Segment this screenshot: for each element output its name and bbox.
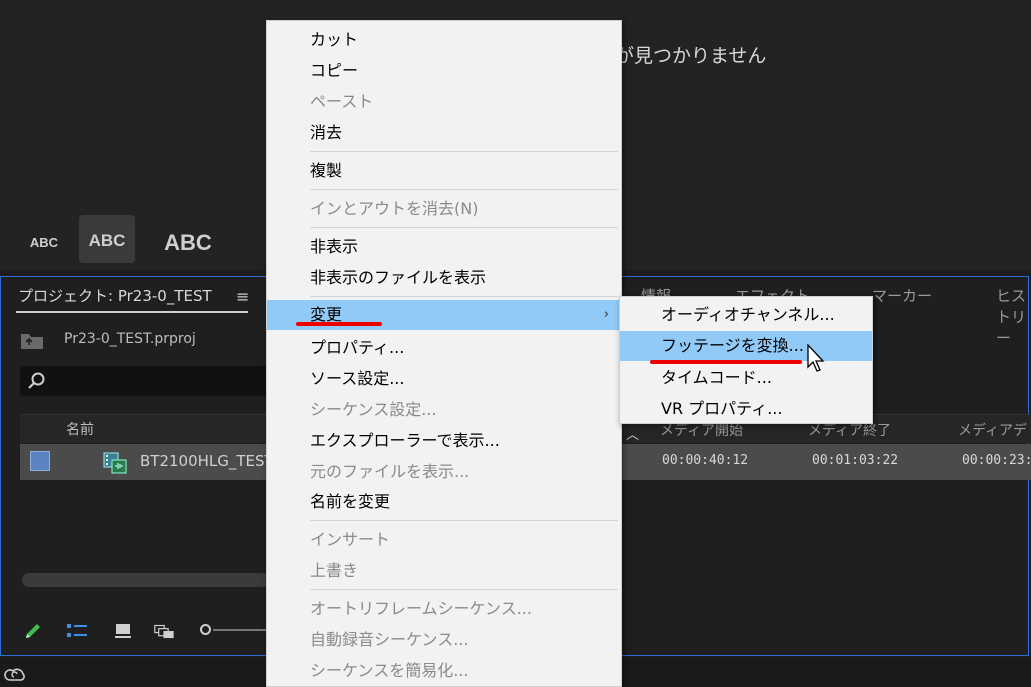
clip-name: BT2100HLG_TEST xyxy=(140,452,274,470)
context-menu: カット コピー ペースト 消去 複製 インとアウトを消去(N) 非表示 非表示の… xyxy=(266,20,622,687)
annotation-underline-interpret-footage xyxy=(650,360,802,364)
icon-view-icon[interactable] xyxy=(113,620,135,642)
tab-history[interactable]: ヒストリー xyxy=(996,285,1031,348)
menu-separator xyxy=(310,589,618,590)
menu-item-reveal-in-explorer[interactable]: エクスプローラーで表示... xyxy=(267,426,621,456)
menu-item-paste[interactable]: ペースト xyxy=(267,87,621,117)
menu-item-hide[interactable]: 非表示 xyxy=(267,232,621,262)
no-media-message: が見つかりません xyxy=(615,45,767,67)
pencil-icon[interactable] xyxy=(22,620,44,642)
menu-item-sequence-settings[interactable]: シーケンス設定... xyxy=(267,395,621,425)
mouse-cursor-icon xyxy=(807,344,825,372)
menu-item-properties[interactable]: プロパティ... xyxy=(267,333,621,363)
caption-style-small-button[interactable]: ABC xyxy=(22,224,66,262)
menu-item-clear[interactable]: 消去 xyxy=(267,118,621,148)
tab-markers[interactable]: マーカー xyxy=(872,285,932,306)
menu-separator xyxy=(310,296,618,297)
column-header-name[interactable]: 名前 xyxy=(66,419,94,439)
submenu-item-interpret-footage[interactable]: フッテージを変換... xyxy=(620,331,872,361)
creative-cloud-icon[interactable] xyxy=(4,665,26,683)
menu-item-cut[interactable]: カット xyxy=(267,25,621,55)
sequence-clip-icon xyxy=(103,452,127,474)
menu-separator xyxy=(310,227,618,228)
folder-up-icon[interactable] xyxy=(19,331,45,351)
menu-item-show-hidden-files[interactable]: 非表示のファイルを表示 xyxy=(267,263,621,293)
caption-style-large-button[interactable]: ABC xyxy=(158,224,218,262)
zoom-slider-handle[interactable] xyxy=(200,624,211,635)
horizontal-scrollbar[interactable] xyxy=(22,573,270,587)
menu-item-auto-reframe-sequence[interactable]: オートリフレームシーケンス... xyxy=(267,594,621,624)
media-end-value: 00:01:03:22 xyxy=(812,453,899,468)
menu-item-source-settings[interactable]: ソース設定... xyxy=(267,364,621,394)
active-tab-underline xyxy=(16,311,248,313)
sort-ascending-icon[interactable]: ︿ xyxy=(626,424,639,443)
media-duration-value: 00:00:23:11 xyxy=(962,453,1031,468)
search-input[interactable] xyxy=(20,366,270,396)
menu-separator xyxy=(310,520,618,521)
menu-item-copy[interactable]: コピー xyxy=(267,56,621,86)
submenu-item-audio-channels[interactable]: オーディオチャンネル... xyxy=(620,300,872,330)
project-file-name: Pr23-0_TEST.prproj xyxy=(64,331,196,347)
annotation-underline-modify xyxy=(296,322,382,326)
menu-item-clear-in-out[interactable]: インとアウトを消去(N) xyxy=(267,194,621,224)
submenu-arrow-icon: › xyxy=(603,307,609,322)
menu-item-duplicate[interactable]: 複製 xyxy=(267,156,621,186)
menu-separator xyxy=(310,151,618,152)
label-color-swatch[interactable] xyxy=(30,451,50,471)
search-icon xyxy=(28,372,45,389)
menu-item-rename[interactable]: 名前を変更 xyxy=(267,487,621,517)
menu-item-reveal-original-file[interactable]: 元のファイルを表示... xyxy=(267,457,621,487)
submenu-item-timecode[interactable]: タイムコード... xyxy=(620,363,872,393)
menu-item-auto-record-sequence[interactable]: 自動録音シーケンス... xyxy=(267,625,621,655)
zoom-slider-track[interactable] xyxy=(213,629,268,631)
menu-item-insert[interactable]: インサート xyxy=(267,525,621,555)
submenu-item-vr-properties[interactable]: VR プロパティ... xyxy=(620,394,872,424)
menu-item-overwrite[interactable]: 上書き xyxy=(267,556,621,586)
freeform-view-icon[interactable] xyxy=(154,620,176,642)
media-start-value: 00:00:40:12 xyxy=(662,453,749,468)
tab-project[interactable]: プロジェクト: Pr23-0_TEST xyxy=(18,285,212,306)
list-view-icon[interactable] xyxy=(66,620,88,642)
menu-item-simplify-sequence[interactable]: シーケンスを簡易化... xyxy=(267,656,621,686)
panel-menu-icon[interactable]: ≡ xyxy=(236,287,249,306)
menu-separator xyxy=(310,189,618,190)
caption-style-medium-button[interactable]: ABC xyxy=(79,215,135,263)
